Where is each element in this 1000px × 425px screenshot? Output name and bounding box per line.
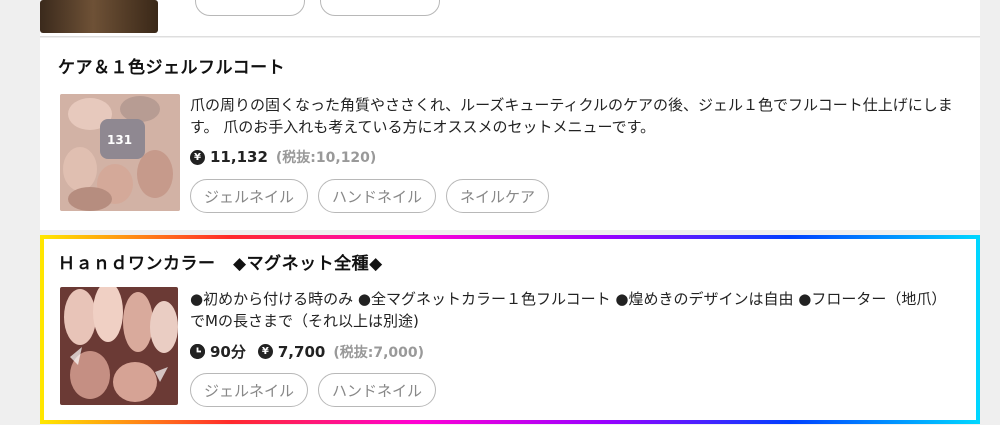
yen-icon: ¥ [190,149,205,165]
duration-value: 90分 [210,343,246,361]
tag-gel-nail[interactable]: ジェルネイル [190,179,309,213]
tag-chip[interactable] [320,0,440,16]
price-tax-excluded: (税抜:10,120) [275,150,377,166]
tag-chip[interactable] [195,0,305,16]
tag-hand-nail[interactable]: ハンドネイル [318,179,437,213]
tag-gel-nail[interactable]: ジェルネイル [190,373,309,407]
price-value: 11,132 [210,148,268,166]
price-value: 7,700 [277,342,326,361]
tag-hand-nail[interactable]: ハンドネイル [318,373,437,407]
clock-icon [190,344,205,359]
menu-description: ●初めから付ける時のみ ●全マグネットカラー１色フルコート ●煌めきのデザインは… [190,290,939,330]
price-row: 90分 ¥ 7,700 (税抜:7,000) [190,341,424,362]
menu-card[interactable]: ケア＆１色ジェルフルコート 131 爪の周りの固くなった角質やささくれ、ルーズキ… [40,38,980,230]
price-row: ¥ 11,132 (税抜:10,120) [190,147,376,167]
menu-title[interactable]: ケア＆１色ジェルフルコート [58,53,285,78]
price-tax-excluded: (税抜:7,000) [333,344,425,361]
nail-photo: 131 [60,94,180,211]
menu-thumbnail[interactable] [40,0,158,33]
menu-description: 爪の周りの固くなった角質やささくれ、ルーズキューティクルのケアの後、ジェル１色で… [190,96,953,136]
nail-photo [60,287,178,405]
yen-icon: ¥ [257,344,273,359]
menu-thumbnail[interactable]: 131 [60,94,180,211]
menu-card-previous[interactable] [40,0,980,37]
tag-list: ジェルネイル ハンドネイル [190,373,437,407]
svg-text:131: 131 [107,133,132,147]
menu-thumbnail[interactable] [60,287,178,405]
tag-nail-care[interactable]: ネイルケア [446,179,550,213]
menu-title[interactable]: Ｈａｎｄワンカラー ◆マグネット全種◆ [58,249,383,274]
menu-card-featured[interactable]: Ｈａｎｄワンカラー ◆マグネット全種◆ ●初めから付ける時のみ ●全マグネットカ… [40,235,980,424]
tag-list: ジェルネイル ハンドネイル ネイルケア [190,179,550,213]
